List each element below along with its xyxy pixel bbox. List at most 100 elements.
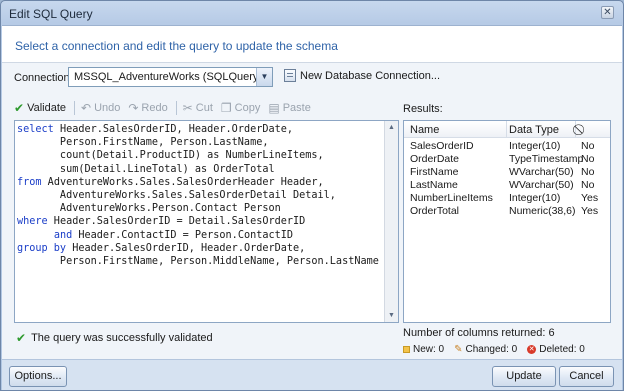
editor-toolbar: ✔ Validate ↶ Undo ↷ Redo ✂ Cut ❐ Copy ▤ … [14,100,319,116]
table-row[interactable]: SalesOrderID Integer(10) No [404,139,610,152]
sql-code[interactable]: select Header.SalesOrderID, Header.Order… [17,123,379,268]
close-icon[interactable]: ✕ [601,6,614,19]
cell-not-null: No [581,140,595,152]
editor-vertical-scrollbar[interactable]: ▲ ▼ [384,121,398,322]
table-row[interactable]: OrderTotal Numeric(38,6) Yes [404,204,610,217]
cell-name: LastName [410,179,458,192]
sql-keyword: select [17,124,54,135]
cell-name: OrderTotal [410,205,460,218]
window-title: Edit SQL Query [9,7,93,21]
sql-line[interactable]: Person.FirstName, Person.MiddleName, Per… [17,255,379,268]
sql-line[interactable]: select Header.SalesOrderID, Header.Order… [17,123,379,136]
column-divider [575,121,576,138]
sql-line[interactable]: AdventureWorks.Sales.SalesOrderDetail De… [17,189,379,202]
new-connection-button[interactable]: New Database Connection... [284,69,440,82]
sql-line[interactable]: where Header.SalesOrderID = Detail.Sales… [17,215,379,228]
sql-text: Header.SalesOrderID, Header.OrderDate, [53,124,294,135]
options-button[interactable]: Options... [9,366,67,387]
new-count-label: New: 0 [413,344,445,355]
paste-label: Paste [282,102,311,114]
sql-line[interactable]: group by Header.SalesOrderID, Header.Ord… [17,242,379,255]
redo-icon: ↷ [128,101,139,115]
validation-status: ✔ The query was successfully validated [16,332,213,344]
dialog-body: Select a connection and edit the query t… [2,25,622,390]
cut-label: Cut [195,102,213,114]
dialog-footer: Options... Update Cancel [2,359,622,390]
results-header: Name Data Type ⃠ [404,121,610,138]
cell-name: OrderDate [410,153,460,166]
deleted-count-label: Deleted: 0 [539,344,585,355]
column-header-data-type[interactable]: Data Type [509,124,559,136]
sql-line[interactable]: AdventureWorks.Person.Contact Person [17,202,379,215]
database-icon [284,69,296,82]
copy-label: Copy [234,102,261,114]
sql-keyword: from [17,176,42,188]
cell-data-type: TypeTimestamp [509,153,584,166]
pencil-icon: ✎ [454,344,463,355]
connection-select[interactable]: MSSQL_AdventureWorks (SQLQuery) ▼ [68,67,273,87]
paste-button[interactable]: ▤ Paste [268,102,310,114]
undo-label: Undo [94,102,121,114]
scroll-down-icon[interactable]: ▼ [385,309,398,322]
cell-data-type: Numeric(38,6) [509,205,576,218]
chevron-down-icon[interactable]: ▼ [256,68,272,86]
copy-button[interactable]: ❐ Copy [221,102,260,114]
sql-line[interactable]: count(Detail.ProductID) as NumberLineIte… [17,149,379,162]
sql-text: sum(Detail.LineTotal) as OrderTotal [17,163,275,175]
header-instruction: Select a connection and edit the query t… [15,39,338,53]
cell-data-type: Integer(10) [509,140,561,152]
results-grid: Name Data Type ⃠ SalesOrderID Integer(10)… [403,120,611,323]
table-row[interactable]: NumberLineItems Integer(10) Yes [404,191,610,204]
dialog-header: Select a connection and edit the query t… [2,26,622,63]
sql-line[interactable]: from AdventureWorks.Sales.SalesOrderHead… [17,176,379,189]
sql-text: Person.FirstName, Person.LastName, [17,137,269,149]
redo-button[interactable]: ↷ Redo [128,102,167,114]
cancel-button[interactable]: Cancel [559,366,614,387]
cell-name: SalesOrderID [410,140,474,152]
new-icon [403,346,410,353]
checkmark-icon: ✔ [14,101,25,115]
sql-line[interactable]: and Header.ContactID = Person.ContactID [17,229,379,242]
undo-icon: ↶ [81,101,92,115]
cell-name: NumberLineItems [410,192,493,205]
sql-text: count(Detail.ProductID) as NumberLineIte… [17,150,324,162]
sql-text: AdventureWorks.Sales.SalesOrderHeader He… [41,176,324,188]
cut-button[interactable]: ✂ Cut [183,102,213,114]
table-row[interactable]: LastName WVarchar(50) No [404,178,610,191]
cell-not-null: No [581,153,595,166]
changed-count-label: Changed: 0 [465,344,518,355]
change-summary: New: 0 ✎ Changed: 0 ✕ Deleted: 0 [403,344,585,355]
checkmark-icon: ✔ [16,331,27,345]
cell-name: FirstName [410,166,459,179]
new-count: New: 0 [403,344,444,355]
connection-value: MSSQL_AdventureWorks (SQLQuery) [74,71,263,83]
sql-editor[interactable]: select Header.SalesOrderID, Header.Order… [14,120,399,323]
sql-text: Header.ContactID = Person.ContactID [72,229,294,241]
table-row[interactable]: FirstName WVarchar(50) No [404,165,610,178]
sql-text: AdventureWorks.Person.Contact Person [17,203,281,215]
results-rows: SalesOrderID Integer(10) No OrderDate TypeTi… [404,139,610,218]
changed-count: ✎ Changed: 0 [454,344,517,355]
cell-data-type: WVarchar(50) [509,166,574,179]
deleted-count: ✕ Deleted: 0 [527,344,585,355]
validate-button[interactable]: ✔ Validate [14,102,66,114]
update-button[interactable]: Update [492,366,556,387]
cell-not-null: Yes [581,205,599,218]
cell-not-null: Yes [581,192,599,205]
table-row[interactable]: OrderDate TypeTimestamp No [404,152,610,165]
results-label: Results: [403,103,443,115]
redo-label: Redo [141,102,168,114]
edit-sql-query-window: Edit SQL Query ✕ Select a connection and… [0,0,624,391]
column-divider [506,121,507,138]
cell-not-null: No [581,166,595,179]
validation-message: The query was successfully validated [31,332,213,344]
sql-text: AdventureWorks.Sales.SalesOrderDetail De… [17,190,336,202]
sql-line[interactable]: Person.FirstName, Person.LastName, [17,136,379,149]
cell-data-type: Integer(10) [509,192,561,205]
column-header-name[interactable]: Name [410,124,439,136]
scroll-up-icon[interactable]: ▲ [385,121,398,134]
sql-line[interactable]: sum(Detail.LineTotal) as OrderTotal [17,163,379,176]
cell-not-null: No [581,179,595,192]
undo-button[interactable]: ↶ Undo [81,102,120,114]
